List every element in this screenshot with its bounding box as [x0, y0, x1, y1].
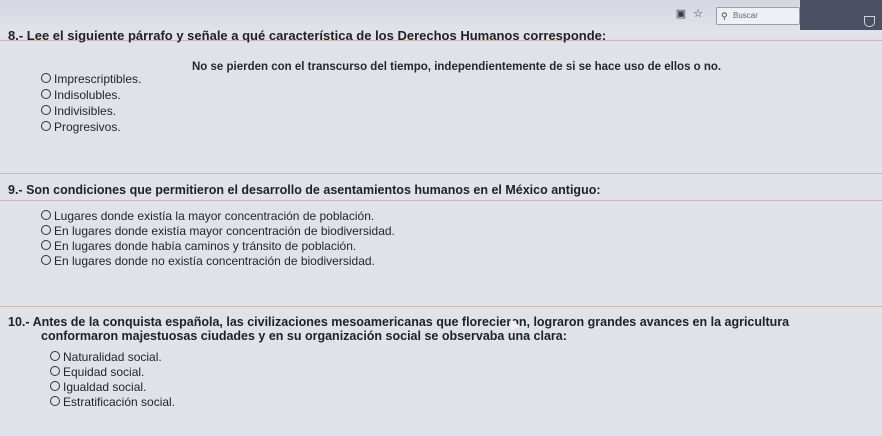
radio-icon[interactable]: [50, 366, 60, 376]
shield-icon[interactable]: [864, 16, 875, 27]
radio-icon[interactable]: [50, 396, 60, 406]
option-naturalidad-social[interactable]: Naturalidad social.: [50, 350, 162, 364]
radio-icon[interactable]: [41, 73, 51, 83]
reader-view-icon[interactable]: ▣: [675, 8, 687, 20]
question-8-paragraph: No se pierden con el transcurso del tiem…: [192, 61, 722, 73]
divider: [0, 200, 882, 201]
option-igualdad-social[interactable]: Igualdad social.: [50, 380, 146, 394]
option-caminos-transito[interactable]: En lugares donde había caminos y tránsit…: [41, 239, 356, 253]
divider: [0, 306, 882, 307]
radio-icon[interactable]: [41, 210, 51, 220]
option-mayor-poblacion[interactable]: Lugares donde existía la mayor concentra…: [41, 209, 374, 223]
bookmark-star-icon[interactable]: ☆: [692, 8, 704, 20]
option-equidad-social[interactable]: Equidad social.: [50, 365, 144, 379]
search-input[interactable]: ⚲ Buscar: [716, 7, 800, 25]
option-no-biodiversidad[interactable]: En lugares donde no existía concentració…: [41, 254, 375, 268]
option-progresivos[interactable]: Progresivos.: [41, 120, 121, 134]
divider: [0, 173, 882, 174]
radio-icon[interactable]: [41, 105, 51, 115]
question-9-title: 9.- Son condiciones que permitieron el d…: [8, 183, 601, 197]
option-indisolubles[interactable]: Indisolubles.: [41, 88, 121, 102]
option-indivisibles[interactable]: Indivisibles.: [41, 104, 116, 118]
radio-icon[interactable]: [50, 381, 60, 391]
radio-icon[interactable]: [50, 351, 60, 361]
radio-icon[interactable]: [41, 225, 51, 235]
radio-icon[interactable]: [41, 240, 51, 250]
radio-icon[interactable]: [41, 255, 51, 265]
question-10-title: 10.- Antes de la conquista española, las…: [8, 315, 790, 343]
question-8-title: 8.- Lee el siguiente párrafo y señale a …: [8, 28, 607, 43]
search-icon: ⚲: [721, 11, 728, 21]
radio-icon[interactable]: [41, 89, 51, 99]
option-estratificacion-social[interactable]: Estratificación social.: [50, 395, 175, 409]
option-imprescriptibles[interactable]: Imprescriptibles.: [41, 72, 141, 86]
radio-icon[interactable]: [41, 121, 51, 131]
option-mayor-biodiversidad[interactable]: En lugares donde existía mayor concentra…: [41, 224, 395, 238]
